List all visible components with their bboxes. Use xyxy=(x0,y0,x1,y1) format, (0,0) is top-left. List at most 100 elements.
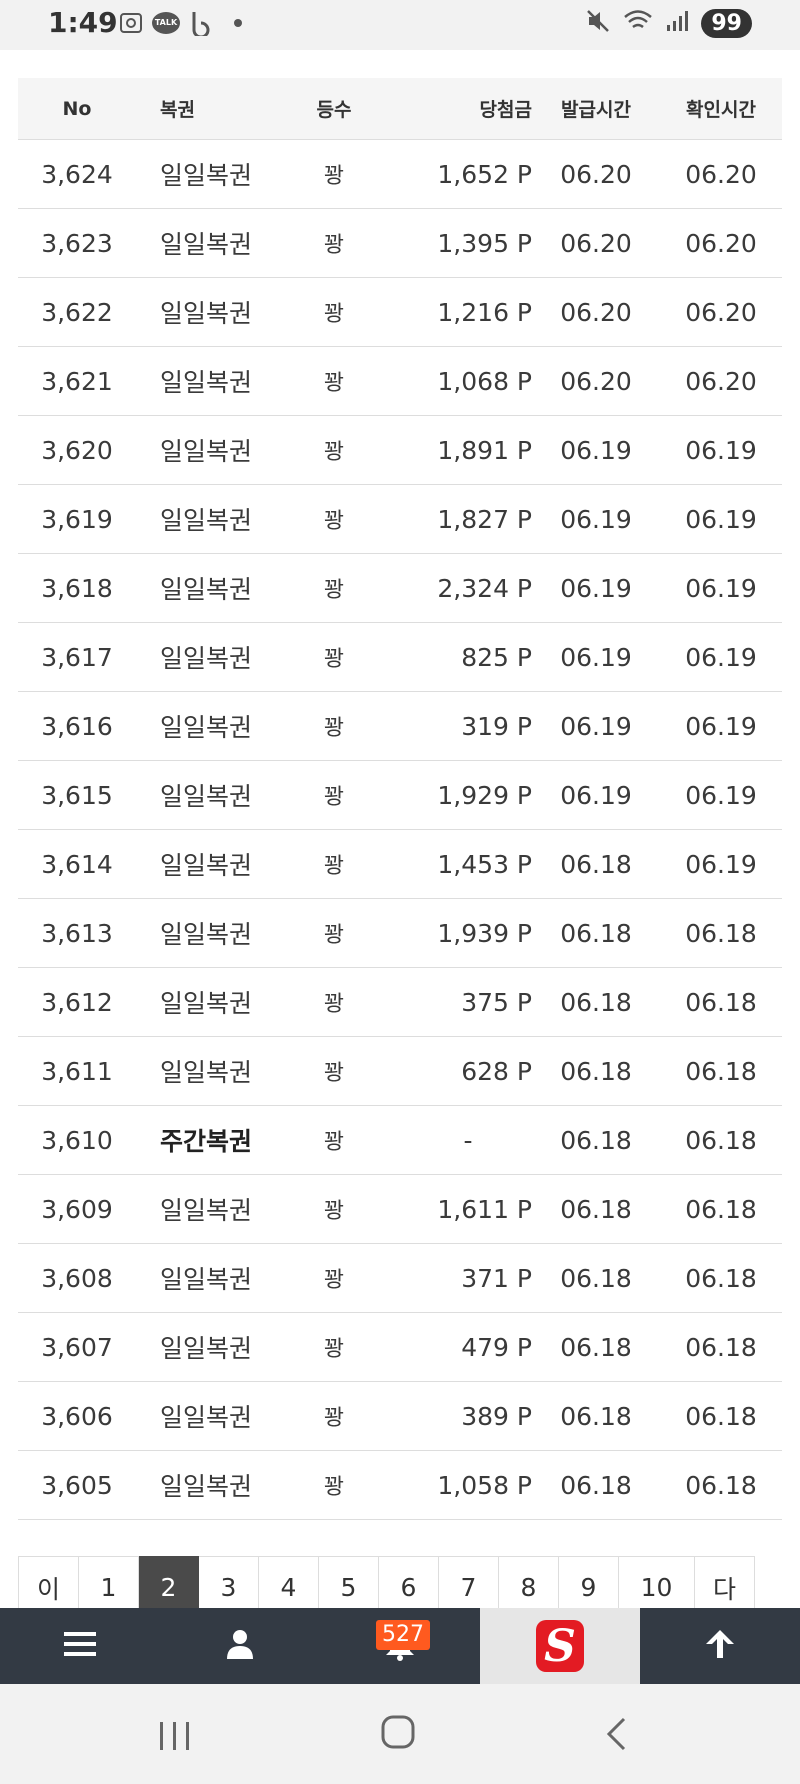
row-no: 3,608 xyxy=(41,1263,113,1293)
row-prize: 1,611 P xyxy=(437,1194,532,1224)
row-issue-time: 06.19 xyxy=(560,435,632,465)
row-prize: 479 P xyxy=(461,1332,532,1362)
row-prize: 1,395 P xyxy=(437,228,532,258)
row-issue-time: 06.20 xyxy=(560,366,632,396)
table-row[interactable]: 3,607 일일복권 꽝 479 P 06.18 06.18 xyxy=(18,1313,782,1382)
table-row[interactable]: 3,606 일일복권 꽝 389 P 06.18 06.18 xyxy=(18,1382,782,1451)
row-prize: 2,324 P xyxy=(437,573,532,603)
table-row[interactable]: 3,608 일일복권 꽝 371 P 06.18 06.18 xyxy=(18,1244,782,1313)
row-check-time: 06.19 xyxy=(685,849,757,879)
arrow-up-icon xyxy=(704,1628,736,1664)
table-row[interactable]: 3,616 일일복권 꽝 319 P 06.19 06.19 xyxy=(18,692,782,761)
row-check-time: 06.19 xyxy=(685,642,757,672)
row-prize: 1,058 P xyxy=(437,1470,532,1500)
scroll-top-button[interactable] xyxy=(640,1608,800,1684)
more-notifications-dot xyxy=(234,19,242,27)
row-prize: 628 P xyxy=(461,1056,532,1086)
row-check-time: 06.18 xyxy=(685,1401,757,1431)
row-lottery-name: 일일복권 xyxy=(160,161,253,190)
header-no: No xyxy=(62,97,92,120)
row-check-time: 06.19 xyxy=(685,435,757,465)
signal-icon xyxy=(665,9,689,37)
row-issue-time: 06.20 xyxy=(560,297,632,327)
row-check-time: 06.18 xyxy=(685,1470,757,1500)
row-lottery-name: 일일복권 xyxy=(160,575,253,604)
menu-button[interactable] xyxy=(0,1608,160,1684)
site-logo-button[interactable]: S xyxy=(480,1608,640,1684)
notification-button[interactable]: 527 xyxy=(320,1608,480,1684)
table-row[interactable]: 3,609 일일복권 꽝 1,611 P 06.18 06.18 xyxy=(18,1175,782,1244)
user-button[interactable] xyxy=(160,1608,320,1684)
table-row[interactable]: 3,620 일일복권 꽝 1,891 P 06.19 06.19 xyxy=(18,416,782,485)
row-prize: 825 P xyxy=(461,642,532,672)
row-lottery-name: 일일복권 xyxy=(160,506,253,535)
row-no: 3,620 xyxy=(41,435,113,465)
table-row[interactable]: 3,605 일일복권 꽝 1,058 P 06.18 06.18 xyxy=(18,1451,782,1520)
row-lottery-name: 일일복권 xyxy=(160,1472,253,1501)
row-check-time: 06.20 xyxy=(685,297,757,327)
table-row[interactable]: 3,610 주간복권 꽝 - 06.18 06.18 xyxy=(18,1106,782,1175)
row-no: 3,619 xyxy=(41,504,113,534)
wifi-icon xyxy=(623,8,653,38)
row-no: 3,607 xyxy=(41,1332,113,1362)
row-rank: 꽝 xyxy=(323,1061,345,1086)
table-row[interactable]: 3,624 일일복권 꽝 1,652 P 06.20 06.20 xyxy=(18,140,782,209)
table-row[interactable]: 3,621 일일복권 꽝 1,068 P 06.20 06.20 xyxy=(18,347,782,416)
status-system-icons: 99 xyxy=(585,8,752,38)
table-row[interactable]: 3,623 일일복권 꽝 1,395 P 06.20 06.20 xyxy=(18,209,782,278)
row-issue-time: 06.18 xyxy=(560,1263,632,1293)
recent-apps-button[interactable] xyxy=(158,1720,192,1756)
header-name: 복권 xyxy=(160,99,195,121)
row-check-time: 06.18 xyxy=(685,1263,757,1293)
row-lottery-name: 일일복권 xyxy=(160,644,253,673)
row-rank: 꽝 xyxy=(323,854,345,879)
row-lottery-name: 일일복권 xyxy=(160,713,253,742)
row-issue-time: 06.18 xyxy=(560,1056,632,1086)
table-body: 3,624 일일복권 꽝 1,652 P 06.20 06.20 3,623 일일복권 꽝 1,3… xyxy=(18,140,782,1520)
row-check-time: 06.20 xyxy=(685,366,757,396)
lottery-history-table: No 복권 등수 당첨금 발급시간 확인시간 3,624 일일복권 꽝 1,652 P… xyxy=(18,78,782,1520)
table-row[interactable]: 3,615 일일복권 꽝 1,929 P 06.19 06.19 xyxy=(18,761,782,830)
row-issue-time: 06.18 xyxy=(560,1125,632,1155)
row-check-time: 06.20 xyxy=(685,228,757,258)
row-no: 3,616 xyxy=(41,711,113,741)
row-prize: 389 P xyxy=(461,1401,532,1431)
row-lottery-name: 일일복권 xyxy=(160,1265,253,1294)
row-no: 3,605 xyxy=(41,1470,113,1500)
row-lottery-name: 일일복권 xyxy=(160,368,253,397)
table-row[interactable]: 3,614 일일복권 꽝 1,453 P 06.18 06.19 xyxy=(18,830,782,899)
row-prize: 319 P xyxy=(461,711,532,741)
row-lottery-name: 일일복권 xyxy=(160,1196,253,1225)
row-no: 3,611 xyxy=(41,1056,113,1086)
row-rank: 꽝 xyxy=(323,1337,345,1362)
band-icon xyxy=(188,10,214,36)
back-button[interactable] xyxy=(604,1716,628,1756)
table-row[interactable]: 3,617 일일복권 꽝 825 P 06.19 06.19 xyxy=(18,623,782,692)
home-button[interactable] xyxy=(380,1714,416,1754)
row-check-time: 06.19 xyxy=(685,780,757,810)
row-prize: 375 P xyxy=(461,987,532,1017)
row-no: 3,609 xyxy=(41,1194,113,1224)
row-prize: - xyxy=(463,1125,473,1155)
table-row[interactable]: 3,613 일일복권 꽝 1,939 P 06.18 06.18 xyxy=(18,899,782,968)
table-row[interactable]: 3,619 일일복권 꽝 1,827 P 06.19 06.19 xyxy=(18,485,782,554)
table-row[interactable]: 3,612 일일복권 꽝 375 P 06.18 06.18 xyxy=(18,968,782,1037)
table-row[interactable]: 3,618 일일복권 꽝 2,324 P 06.19 06.19 xyxy=(18,554,782,623)
row-check-time: 06.19 xyxy=(685,711,757,741)
notification-count-badge: 527 xyxy=(376,1620,430,1650)
status-notification-icons: TALK xyxy=(118,10,242,36)
row-check-time: 06.20 xyxy=(685,159,757,189)
row-issue-time: 06.18 xyxy=(560,987,632,1017)
menu-icon xyxy=(64,1630,96,1662)
row-prize: 1,068 P xyxy=(437,366,532,396)
row-issue-time: 06.19 xyxy=(560,711,632,741)
row-lottery-name: 일일복권 xyxy=(160,782,253,811)
row-rank: 꽝 xyxy=(323,1199,345,1224)
row-check-time: 06.18 xyxy=(685,987,757,1017)
table-row[interactable]: 3,611 일일복권 꽝 628 P 06.18 06.18 xyxy=(18,1037,782,1106)
row-prize: 1,453 P xyxy=(437,849,532,879)
table-row[interactable]: 3,622 일일복권 꽝 1,216 P 06.20 06.20 xyxy=(18,278,782,347)
row-no: 3,617 xyxy=(41,642,113,672)
row-prize: 1,939 P xyxy=(437,918,532,948)
row-check-time: 06.18 xyxy=(685,1332,757,1362)
